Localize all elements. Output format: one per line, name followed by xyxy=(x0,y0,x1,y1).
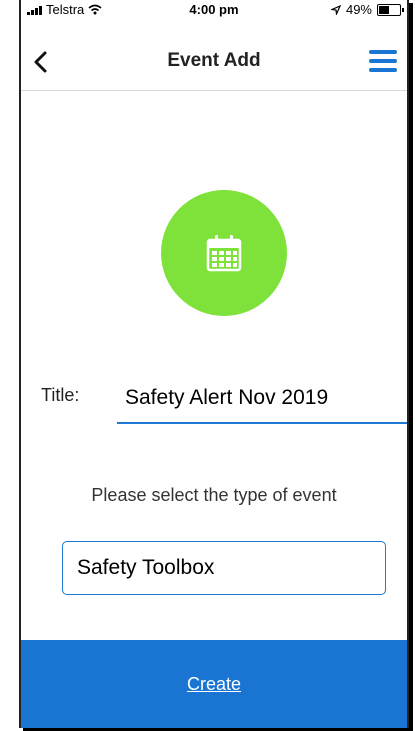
title-input[interactable] xyxy=(117,374,407,424)
status-right: 49% xyxy=(330,2,404,17)
page-title: Event Add xyxy=(167,50,261,71)
location-arrow-icon xyxy=(330,4,341,15)
event-icon-circle xyxy=(161,190,287,316)
battery-icon xyxy=(377,3,404,16)
phone-screen: Telstra 4:00 pm 49% Event Add Title: Saf… xyxy=(19,0,409,728)
create-button[interactable]: Create xyxy=(187,674,241,695)
event-type-value: Safety Toolbox xyxy=(77,556,215,579)
event-type-select[interactable]: Safety Toolbox xyxy=(62,541,386,595)
nav-bar: Event Add xyxy=(21,30,407,91)
battery-percent: 49% xyxy=(345,2,372,17)
title-label: Title: xyxy=(41,385,80,405)
status-bar: Telstra 4:00 pm 49% xyxy=(21,0,407,20)
event-type-prompt: Please select the type of event xyxy=(91,485,337,505)
create-footer-bar: Create xyxy=(21,640,407,728)
hamburger-menu-icon[interactable] xyxy=(369,50,397,72)
calendar-icon xyxy=(206,235,242,272)
